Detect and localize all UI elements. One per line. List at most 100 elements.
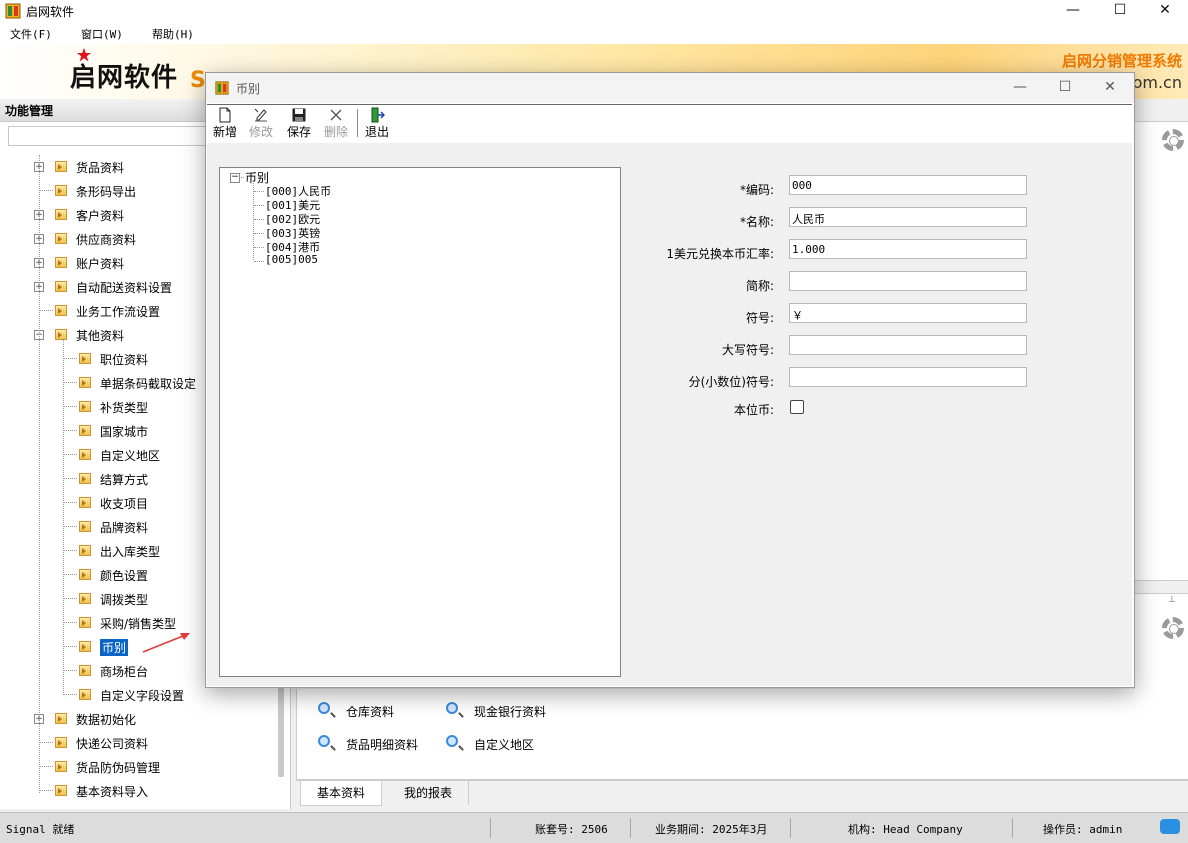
- pin-icon[interactable]: ⊥: [1168, 595, 1176, 605]
- upper-symbol-input[interactable]: [789, 335, 1027, 355]
- folder-icon: [79, 569, 91, 580]
- tree-item-label: 收支项目: [100, 497, 149, 511]
- tree-item-label: 自动配送资料设置: [76, 281, 173, 295]
- chat-icon[interactable]: [1160, 819, 1180, 834]
- folder-icon: [55, 209, 67, 220]
- dialog-title: 币别: [236, 82, 261, 96]
- short-name-label: 简称:: [745, 279, 774, 293]
- gear-icon-2[interactable]: [1162, 617, 1184, 639]
- folder-icon: [55, 185, 67, 196]
- folder-icon: [79, 665, 91, 676]
- tab-basic-data[interactable]: 基本资料: [300, 781, 383, 806]
- dialog-title-bar: 币别 — ☐ ✕: [206, 73, 1134, 103]
- exit-button[interactable]: 退出: [360, 107, 394, 140]
- dialog-maximize-button[interactable]: ☐: [1042, 77, 1088, 99]
- magnifier-icon: [318, 735, 330, 747]
- save-icon: [292, 108, 306, 122]
- folder-icon: [79, 473, 91, 484]
- tree-item-label: 基本资料导入: [76, 785, 149, 799]
- save-button[interactable]: 保存: [282, 107, 316, 140]
- menu-window[interactable]: 窗口(W): [81, 26, 123, 42]
- dialog-toolbar: 新增 修改 保存 删除 退出: [207, 104, 1132, 144]
- new-button[interactable]: 新增: [208, 107, 242, 140]
- symbol-input[interactable]: ￥: [789, 303, 1027, 323]
- menu-file[interactable]: 文件(F): [10, 26, 52, 42]
- upper-symbol-label: 大写符号:: [721, 343, 774, 357]
- tab-my-reports[interactable]: 我的报表: [388, 781, 470, 805]
- name-label: *名称:: [739, 215, 774, 229]
- currency-dialog: 币别 — ☐ ✕ 新增 修改 保存 删除 退出 − 币别 [000]人民币 [0…: [205, 72, 1135, 688]
- folder-icon: [55, 761, 67, 772]
- status-signal: Signal 就绪: [6, 823, 75, 836]
- brand-domain: om.cn: [1132, 73, 1182, 92]
- tree-item-label: 供应商资料: [76, 233, 137, 247]
- folder-icon: [55, 785, 67, 796]
- cent-symbol-label: 分(小数位)符号:: [688, 375, 774, 389]
- folder-icon: [79, 545, 91, 556]
- tree-item-label: 快递公司资料: [76, 737, 149, 751]
- folder-icon: [55, 737, 67, 748]
- tree-item-label: 自定义字段设置: [100, 689, 185, 703]
- brand-suffix: S: [190, 68, 206, 93]
- folder-icon: [79, 689, 91, 700]
- folder-icon: [79, 449, 91, 460]
- dialog-body: − 币别 [000]人民币 [001]美元 [002]欧元 [003]英镑 [004]港…: [207, 143, 1132, 686]
- gear-icon[interactable]: [1162, 129, 1184, 151]
- bottom-tabs: 基本资料 我的报表: [296, 780, 1188, 807]
- tree-item-label: 调拨类型: [100, 593, 149, 607]
- cent-symbol-input[interactable]: [789, 367, 1027, 387]
- folder-icon: [55, 281, 67, 292]
- symbol-label: 符号:: [745, 311, 774, 325]
- tree-item-label: 颜色设置: [100, 569, 149, 583]
- function-panel-title: 功能管理: [5, 104, 54, 118]
- tree-item[interactable]: 快递公司资料: [0, 731, 276, 755]
- menu-help[interactable]: 帮助(H): [152, 26, 194, 42]
- code-input[interactable]: 000: [789, 175, 1027, 195]
- tree-item-label: 条形码导出: [76, 185, 137, 199]
- currency-tree-item[interactable]: [005]005: [265, 253, 318, 266]
- dialog-minimize-button[interactable]: —: [997, 77, 1043, 99]
- folder-icon: [79, 377, 91, 388]
- tree-item-label: 自定义地区: [100, 449, 161, 463]
- new-doc-icon: [219, 107, 231, 123]
- tree-item-label: 结算方式: [100, 473, 149, 487]
- shortcut-area: [296, 689, 1188, 780]
- edit-button[interactable]: 修改: [244, 107, 278, 140]
- annotation-arrow-icon: [142, 633, 190, 653]
- magnifier-icon: [446, 735, 458, 747]
- tree-item[interactable]: 基本资料导入: [0, 779, 276, 803]
- folder-icon: [79, 593, 91, 604]
- folder-icon: [79, 641, 91, 652]
- tree-item[interactable]: 货品防伪码管理: [0, 755, 276, 779]
- magnifier-icon: [318, 702, 330, 714]
- minimize-button[interactable]: —: [1050, 0, 1096, 22]
- delete-button[interactable]: 删除: [319, 107, 353, 140]
- folder-icon: [79, 425, 91, 436]
- close-button[interactable]: ✕: [1142, 0, 1188, 22]
- tree-item[interactable]: + 数据初始化: [0, 707, 276, 731]
- tree-item-label: 客户资料: [76, 209, 125, 223]
- base-currency-label: 本位币:: [733, 403, 774, 417]
- folder-icon: [55, 233, 67, 244]
- exit-icon: [371, 107, 385, 123]
- dialog-close-button[interactable]: ✕: [1087, 77, 1133, 99]
- name-input[interactable]: 人民币: [789, 207, 1027, 227]
- base-currency-checkbox[interactable]: [790, 400, 804, 414]
- folder-icon: [79, 401, 91, 412]
- tree-item-label: 数据初始化: [76, 713, 137, 727]
- brand-slogan: 启网分销管理系统: [1061, 52, 1182, 70]
- folder-icon: [55, 329, 67, 340]
- dialog-app-icon: [215, 81, 229, 95]
- edit-icon: [254, 108, 267, 122]
- status-operator: 操作员: admin: [1043, 823, 1123, 836]
- tree-item-label: 职位资料: [100, 353, 149, 367]
- maximize-button[interactable]: ☐: [1097, 0, 1143, 22]
- folder-icon: [79, 617, 91, 628]
- short-name-input[interactable]: [789, 271, 1027, 291]
- rate-input[interactable]: 1.000: [789, 239, 1027, 259]
- app-title: 启网软件: [26, 5, 75, 19]
- tree-item-label: 货品防伪码管理: [76, 761, 161, 775]
- tree-collapse-icon[interactable]: −: [230, 173, 240, 183]
- delete-icon: [330, 109, 342, 121]
- tree-item-label: 其他资料: [76, 329, 125, 343]
